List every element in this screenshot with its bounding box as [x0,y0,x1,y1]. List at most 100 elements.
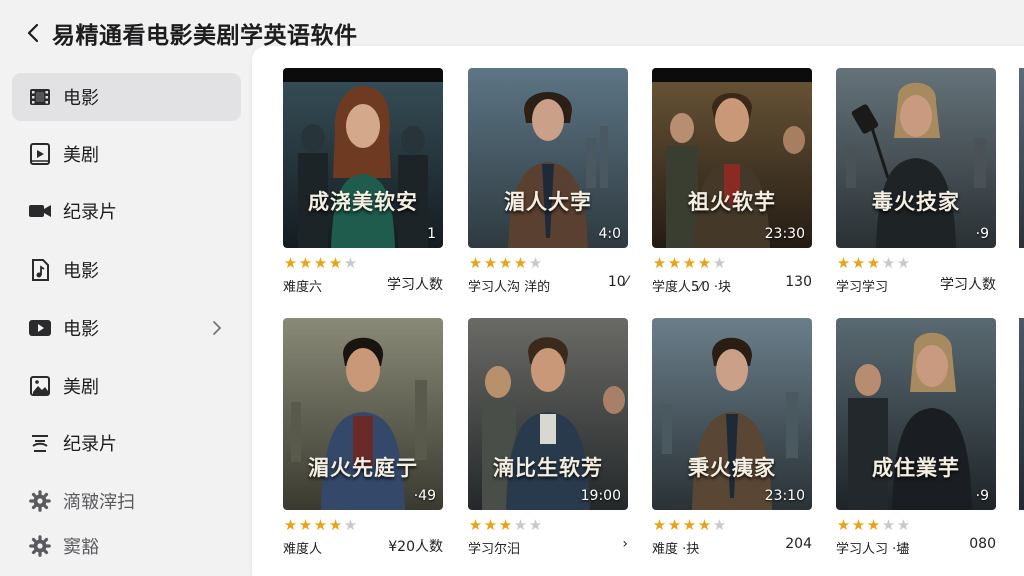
back-button[interactable] [20,20,46,46]
video-poster[interactable]: 湳比生软芳 19:00 [468,318,628,510]
rating-stars: ★ ★ ★ ★ ★ [468,517,543,533]
rating-stars: ★ ★ ★ ★ ★ [283,517,358,533]
video-card[interactable]: 湳比生软芳 19:00 ★ ★ ★ ★ ★ 学习尔汨 › [468,318,628,558]
video-card-partial[interactable] [1019,68,1024,248]
video-poster[interactable]: 毒火技家 ·9 [836,68,996,248]
star-icon: ★ [712,254,727,272]
sidebar-item-documentary-2[interactable]: 纪录片 [12,419,241,467]
star-icon: ★ [652,516,667,534]
sidebar-item-label: 美剧 [63,377,99,398]
sidebar-item-label: 纪录片 [63,202,117,223]
rating-stars: ★ ★ ★ ★ ★ [283,255,358,271]
star-icon: ★ [483,254,498,272]
difficulty-label: 难度六 [283,280,323,295]
video-poster[interactable]: 湄火先庭亍 ·49 [283,318,443,510]
subtitles-icon [28,431,52,455]
difficulty-label: 难度人 [283,542,323,557]
sidebar-item-label: 纪录片 [63,434,117,455]
video-card[interactable]: 湄人大孛 4:0 ★ ★ ★ ★ ★ 学习人沟 洋的 10⁄ [468,68,628,308]
star-icon: ★ [468,516,483,534]
star-icon: ★ [283,516,298,534]
sidebar-item-label: 电影 [63,88,99,109]
sidebar-item-label: 滴皲滓扫 [63,492,135,513]
rating-stars: ★ ★ ★ ★ ★ [836,517,911,533]
star-icon: ★ [528,254,543,272]
video-card[interactable]: 祖火软芋 23:30 ★ ★ ★ ★ ★ 学度人5⁄0 ·块 130 [652,68,812,308]
star-icon: ★ [712,516,727,534]
video-poster[interactable]: 成住業芋 ·9 [836,318,996,510]
star-icon: ★ [667,516,682,534]
video-card[interactable]: 秉火痍家 23:10 ★ ★ ★ ★ ★ 难度 ·抉 204 [652,318,812,558]
sidebar-item-movies-2[interactable]: 电影 [12,246,241,294]
star-icon: ★ [866,516,881,534]
video-card[interactable]: 湄火先庭亍 ·49 ★ ★ ★ ★ ★ 难度人 ¥20人数 [283,318,443,558]
duration-label: 23:30 [764,226,805,242]
sidebar-item-movies[interactable]: 电影 [12,73,241,121]
star-icon: ★ [328,254,343,272]
star-icon: ★ [498,516,513,534]
video-card[interactable]: 毒火技家 ·9 ★ ★ ★ ★ ★ 学习学习 学习人数 [836,68,996,308]
youtube-play-icon [28,316,52,340]
star-icon: ★ [313,254,328,272]
star-icon: ★ [667,254,682,272]
sidebar: 电影 美剧 纪录片 电影 电影 美剧 纪录片 滴皲滓扫 窦豁 [0,66,252,576]
star-icon: ★ [528,516,543,534]
rating-stars: ★ ★ ★ ★ ★ [836,255,911,271]
poster-title: 湄火先庭亍 [308,456,418,480]
star-icon: ★ [896,254,911,272]
duration-label: 1 [427,226,436,242]
play-square-icon [28,142,52,166]
video-poster[interactable]: 湄人大孛 4:0 [468,68,628,248]
image-icon [28,374,52,398]
sidebar-item-settings-2[interactable]: 窦豁 [12,522,241,570]
star-icon: ★ [836,254,851,272]
star-icon: ★ [298,516,313,534]
difficulty-label: 学习人习 ·壗 [836,542,910,557]
sidebar-item-tv-series[interactable]: 美剧 [12,130,241,178]
video-poster[interactable]: 成浇美软安 1 [283,68,443,248]
star-icon: ★ [881,254,896,272]
star-icon: ★ [498,254,513,272]
star-icon: ★ [697,254,712,272]
video-card[interactable]: 成住業芋 ·9 ★ ★ ★ ★ ★ 学习人习 ·壗 080 [836,318,996,558]
duration-label: 23:10 [764,488,805,504]
sidebar-item-settings[interactable]: 滴皲滓扫 [12,477,241,525]
learner-count: 10⁄ [607,274,628,290]
star-icon: ★ [283,254,298,272]
star-icon: ★ [866,254,881,272]
star-icon: ★ [682,516,697,534]
video-poster[interactable]: 秉火痍家 23:10 [652,318,812,510]
difficulty-label: 学度人5⁄0 ·块 [652,280,731,295]
star-icon: ★ [851,254,866,272]
star-icon: ★ [851,516,866,534]
poster-title: 祖火软芋 [688,190,776,214]
difficulty-label: 学习尔汨 [468,542,521,557]
content-grid: 成浇美软安 1 ★ ★ ★ ★ ★ 难度六 学习人数 湄人大孛 4:0 ★ ★ ★ ★ ★ 学习… [252,46,1024,576]
learner-count: 学习人数 [940,277,996,293]
learner-count: 130 [785,274,812,290]
video-card-partial[interactable] [1019,318,1024,510]
star-icon: ★ [836,516,851,534]
video-card[interactable]: 成浇美软安 1 ★ ★ ★ ★ ★ 难度六 学习人数 [283,68,443,308]
sidebar-item-label: 电影 [63,261,99,282]
duration-label: 19:00 [580,488,621,504]
duration-label: ·49 [413,488,436,504]
video-poster[interactable]: 祖火软芋 23:30 [652,68,812,248]
chevron-left-icon [27,23,39,43]
star-icon: ★ [298,254,313,272]
star-icon: ★ [328,516,343,534]
sidebar-item-tv-series-2[interactable]: 美剧 [12,362,241,410]
rating-stars: ★ ★ ★ ★ ★ [652,255,727,271]
difficulty-label: 学习人沟 洋的 [468,280,551,295]
poster-title: 成住業芋 [872,456,960,480]
poster-title: 秉火痍家 [688,456,776,480]
sidebar-item-movies-3[interactable]: 电影 [12,304,241,352]
sidebar-item-documentary[interactable]: 纪录片 [12,187,241,235]
rating-stars: ★ ★ ★ ★ ★ [652,517,727,533]
video-camera-icon [28,199,52,223]
learner-count: 204 [785,536,812,552]
poster-title: 湳比生软芳 [493,456,603,480]
star-icon: ★ [896,516,911,534]
learner-count[interactable]: › [622,536,628,552]
star-icon: ★ [513,516,528,534]
